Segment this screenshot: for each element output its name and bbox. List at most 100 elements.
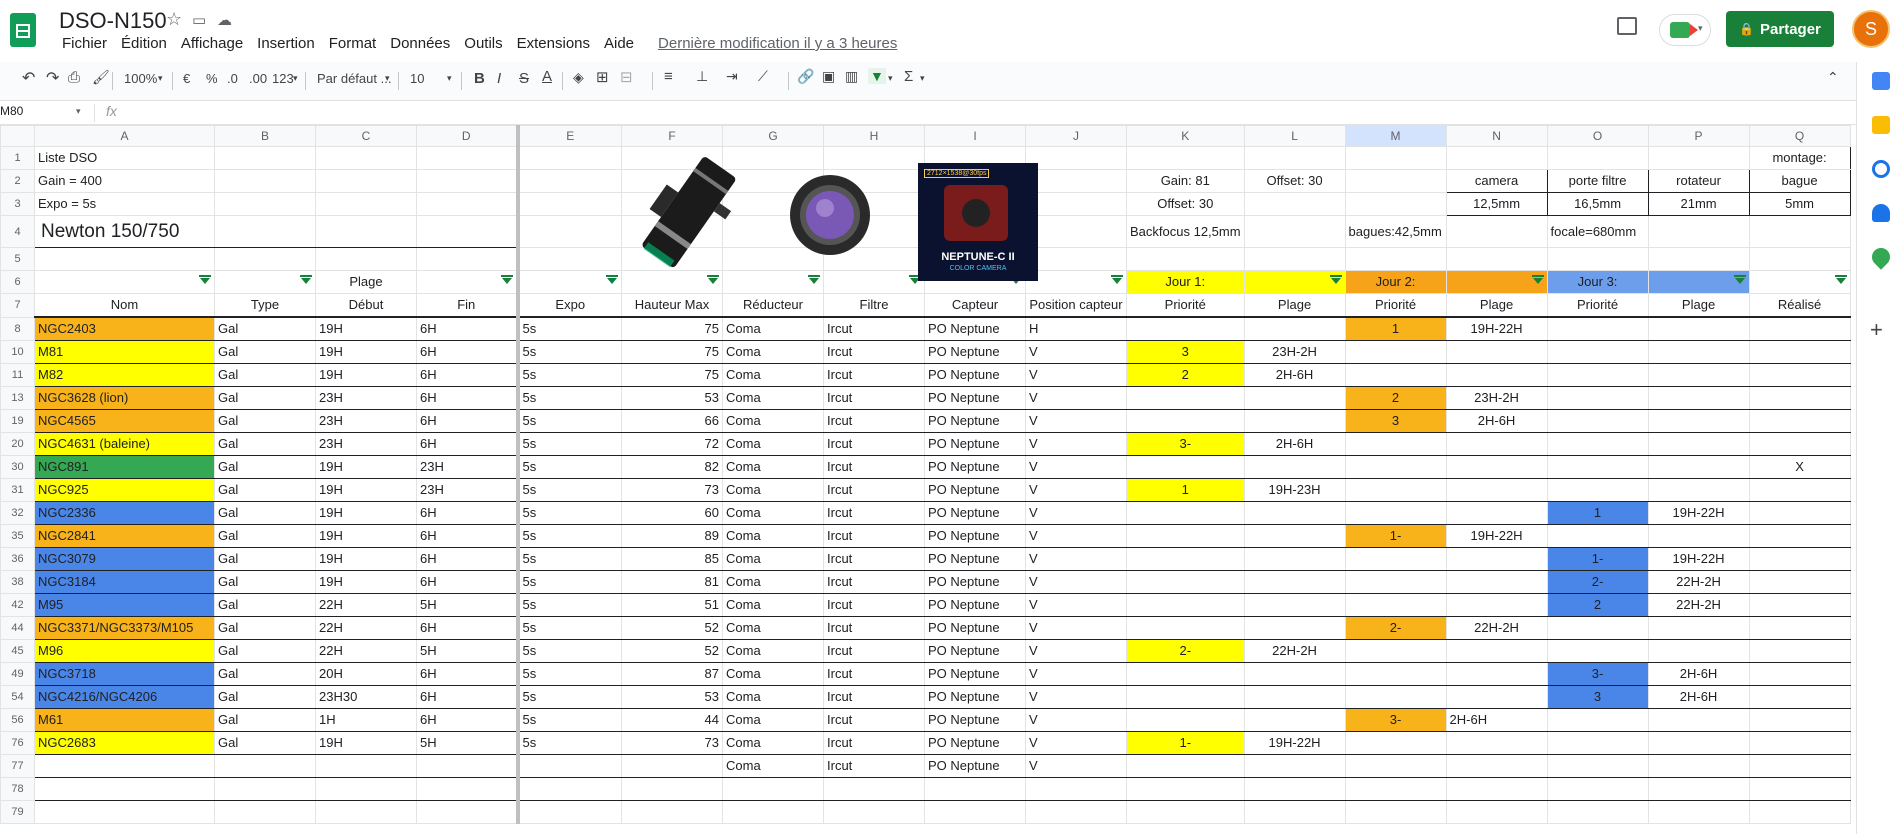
avatar[interactable]: S [1852,10,1890,48]
cell-p2[interactable]: 1 [1344,316,1447,341]
merge-cells-icon[interactable]: ⊟ [620,68,633,86]
cell[interactable] [1025,247,1127,271]
cell-done[interactable] [1748,386,1851,410]
cell-r2[interactable] [1445,731,1548,755]
cell-filter[interactable]: Ircut [823,616,925,640]
cell[interactable] [214,777,316,801]
cell-p3[interactable] [1546,616,1649,640]
cell-r3[interactable]: 2H-6H [1647,685,1750,709]
cell-start[interactable]: 19H [315,455,417,479]
row-header[interactable]: 5 [0,247,35,271]
cell-type[interactable]: Gal [214,731,316,755]
cell-filter[interactable]: Ircut [823,432,925,456]
cell[interactable] [1748,270,1851,294]
cell-pos[interactable]: V [1025,662,1127,686]
cell[interactable] [1344,192,1447,216]
cell[interactable] [315,800,417,824]
column-title[interactable]: Expo [515,293,622,318]
cell-p2[interactable] [1344,547,1447,571]
cell-p3[interactable] [1546,432,1649,456]
cell-r2[interactable] [1445,639,1548,663]
cell-end[interactable]: 6H [416,662,518,686]
cell[interactable] [315,169,417,193]
cell-name[interactable] [34,754,215,778]
cell[interactable] [315,777,417,801]
cell-end[interactable]: 6H [416,363,518,387]
cell-pos[interactable]: V [1025,501,1127,525]
cell[interactable] [416,192,518,216]
row-header[interactable]: 19 [0,409,35,433]
cell-filter[interactable]: Ircut [823,547,925,571]
column-title[interactable]: Plage [1243,293,1346,318]
row-header[interactable]: 13 [0,386,35,410]
column-header[interactable]: P [1647,125,1750,147]
add-addon-icon[interactable]: + [1870,317,1883,343]
column-title[interactable]: Réalisé [1748,293,1851,318]
cell-name[interactable]: M95 [34,593,215,617]
cell-r1[interactable]: 2H-6H [1243,432,1346,456]
cell[interactable] [1546,777,1649,801]
cell-hmax[interactable]: 60 [621,501,723,525]
column-header[interactable]: C [315,125,417,147]
cell-filter[interactable]: Ircut [823,524,925,548]
column-title[interactable]: Plage [1445,293,1548,318]
cell-red[interactable]: Coma [722,478,824,502]
cell-name[interactable]: M82 [34,363,215,387]
cell-filter[interactable]: Ircut [823,363,925,387]
cell-start[interactable]: 19H [315,478,417,502]
cell-r3[interactable] [1647,478,1750,502]
cell-pos[interactable]: V [1025,340,1127,364]
cell-start[interactable]: 23H [315,432,417,456]
cell-r2[interactable] [1445,685,1548,709]
cell[interactable]: Liste DSO [34,146,215,170]
column-header[interactable]: I [924,125,1026,147]
row-header[interactable]: 4 [0,215,35,248]
cell[interactable] [1243,800,1346,824]
cell-r2[interactable] [1445,501,1548,525]
cell-r1[interactable] [1243,685,1346,709]
cell-r2[interactable] [1445,363,1548,387]
cell-filter[interactable]: Ircut [823,593,925,617]
cell-filter[interactable]: Ircut [823,409,925,433]
column-header[interactable]: M [1344,125,1447,147]
cell-p2[interactable] [1344,340,1447,364]
tasks-icon[interactable] [1872,160,1890,178]
cell-cap[interactable]: PO Neptune [924,547,1026,571]
cell-done[interactable] [1748,340,1851,364]
column-header[interactable]: O [1546,125,1649,147]
cell[interactable] [214,247,316,271]
cell-pos[interactable]: V [1025,547,1127,571]
cell-p1[interactable] [1126,570,1245,594]
cell[interactable] [416,800,518,824]
cell[interactable] [515,169,622,193]
cell[interactable] [1748,247,1851,271]
cell[interactable] [214,192,316,216]
column-title[interactable]: Plage [1647,293,1750,318]
cell[interactable] [1025,777,1127,801]
cell-type[interactable]: Gal [214,616,316,640]
cell[interactable] [1344,146,1447,170]
cell-done[interactable] [1748,316,1851,341]
cell-r2[interactable] [1445,547,1548,571]
cell-start[interactable]: 22H [315,593,417,617]
cell-p1[interactable] [1126,547,1245,571]
menu-edition[interactable]: Édition [114,35,174,52]
cell-red[interactable]: Coma [722,754,824,778]
filter-icon[interactable] [1733,275,1746,284]
cell-r1[interactable]: 2H-6H [1243,363,1346,387]
cell[interactable] [515,800,622,824]
cell-p3[interactable]: 1 [1546,501,1649,525]
cell-type[interactable]: Gal [214,340,316,364]
cell[interactable] [315,247,417,271]
cell-start[interactable]: 23H [315,386,417,410]
cell-red[interactable]: Coma [722,432,824,456]
cell-p2[interactable] [1344,662,1447,686]
name-box[interactable]: M80 [0,104,23,118]
cell-red[interactable]: Coma [722,386,824,410]
cell-r1[interactable] [1243,662,1346,686]
undo-icon[interactable]: ↶ [22,68,35,88]
cell[interactable] [1445,270,1548,294]
cell-r2[interactable]: 2H-6H [1445,409,1548,433]
cell-expo[interactable]: 5s [515,455,622,479]
cell-pos[interactable]: V [1025,593,1127,617]
